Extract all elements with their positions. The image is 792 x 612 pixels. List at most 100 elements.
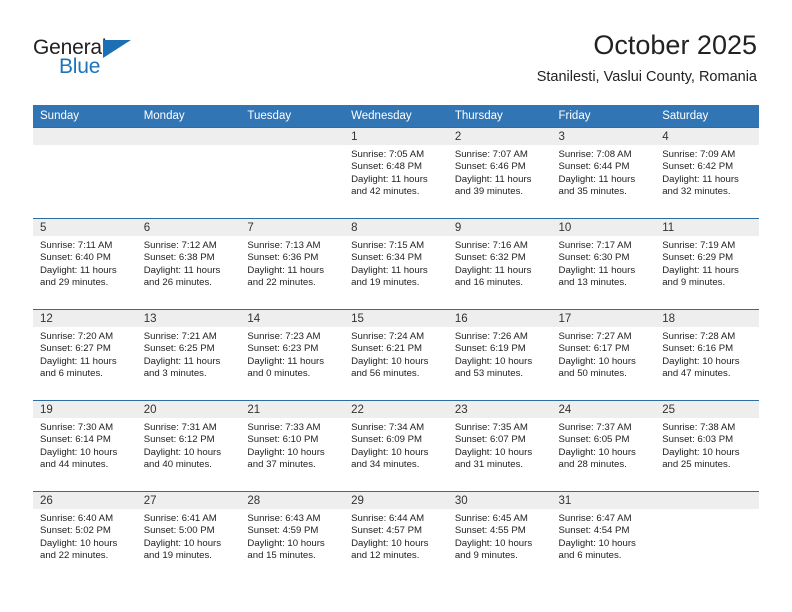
calendar-cell-day[interactable]: 30 Sunrise: 6:45 AM Sunset: 4:55 PM Dayligh… [447, 491, 552, 582]
calendar-cell-day[interactable]: 27 Sunrise: 6:41 AM Sunset: 5:00 PM Dayligh… [136, 491, 241, 582]
daylight-text-line1: Daylight: 11 hours [247, 355, 325, 367]
calendar-cell-day[interactable]: 14 Sunrise: 7:23 AM Sunset: 6:23 PM Dayligh… [240, 309, 345, 401]
day-number: 13 [136, 310, 241, 327]
calendar-cell-day[interactable]: 5 Sunrise: 7:11 AM Sunset: 6:40 PM Daylight… [33, 218, 137, 310]
sunrise-text: Sunrise: 7:24 AM [351, 331, 425, 342]
sunset-text: Sunset: 6:05 PM [558, 434, 630, 446]
sunset-text: Sunset: 4:55 PM [454, 525, 526, 537]
calendar-cell-day[interactable]: 22 Sunrise: 7:34 AM Sunset: 6:09 PM Dayligh… [344, 400, 448, 492]
day-number: 16 [447, 310, 552, 327]
daylight-text-line2: and 15 minutes. [247, 549, 316, 561]
calendar-cell-inner: 1 Sunrise: 7:05 AM Sunset: 6:48 PM Daylight… [344, 128, 448, 218]
calendar-cell-day[interactable]: 7 Sunrise: 7:13 AM Sunset: 6:36 PM Daylight… [240, 218, 345, 310]
day-details [33, 145, 137, 149]
daylight-text-line1: Daylight: 10 hours [40, 537, 118, 549]
day-details: Sunrise: 7:19 AM Sunset: 6:29 PM Daylight:… [655, 236, 759, 289]
calendar-grid: Sunday Monday Tuesday Wednesday Thursday… [33, 105, 759, 582]
calendar-cell-day[interactable]: 9 Sunrise: 7:16 AM Sunset: 6:32 PM Daylight… [447, 218, 552, 310]
calendar-cell-inner: 28 Sunrise: 6:43 AM Sunset: 4:59 PM Dayligh… [240, 492, 345, 582]
calendar-cell-day[interactable]: 6 Sunrise: 7:12 AM Sunset: 6:38 PM Daylight… [136, 218, 241, 310]
calendar-cell-day[interactable]: 18 Sunrise: 7:28 AM Sunset: 6:16 PM Dayligh… [655, 309, 759, 401]
day-number [33, 128, 137, 145]
day-number [240, 128, 345, 145]
calendar-cell-inner: 13 Sunrise: 7:21 AM Sunset: 6:25 PM Dayligh… [136, 310, 241, 400]
sunrise-text: Sunrise: 7:12 AM [143, 240, 217, 251]
sunrise-text: Sunrise: 7:38 AM [662, 422, 736, 433]
sunset-text: Sunset: 6:03 PM [662, 434, 734, 446]
sunset-text: Sunset: 5:00 PM [143, 525, 215, 537]
sunset-text: Sunset: 6:25 PM [143, 343, 215, 355]
calendar-cell-inner: 8 Sunrise: 7:15 AM Sunset: 6:34 PM Daylight… [344, 219, 448, 309]
daylight-text-line1: Daylight: 10 hours [143, 537, 222, 549]
daylight-text-line2: and 35 minutes. [558, 185, 627, 197]
calendar-cell-day[interactable]: 24 Sunrise: 7:37 AM Sunset: 6:05 PM Dayligh… [551, 400, 656, 492]
calendar-cell-day[interactable]: 3 Sunrise: 7:08 AM Sunset: 6:44 PM Daylight… [551, 127, 656, 219]
calendar-cell-inner: 23 Sunrise: 7:35 AM Sunset: 6:07 PM Dayligh… [447, 401, 552, 491]
calendar-cell-inner: 21 Sunrise: 7:33 AM Sunset: 6:10 PM Dayligh… [240, 401, 345, 491]
day-number: 31 [551, 492, 656, 509]
calendar-cell-day[interactable]: 15 Sunrise: 7:24 AM Sunset: 6:21 PM Dayligh… [344, 309, 448, 401]
calendar-cell-day[interactable]: 31 Sunrise: 6:47 AM Sunset: 4:54 PM Dayligh… [551, 491, 656, 582]
sunset-text: Sunset: 6:34 PM [351, 252, 423, 264]
day-number: 28 [240, 492, 345, 509]
sunset-text: Sunset: 6:23 PM [247, 343, 319, 355]
sunrise-text: Sunrise: 7:15 AM [351, 240, 425, 251]
calendar-cell-inner: 2 Sunrise: 7:07 AM Sunset: 6:46 PM Daylight… [447, 128, 552, 218]
calendar-cell-day[interactable]: 23 Sunrise: 7:35 AM Sunset: 6:07 PM Dayligh… [447, 400, 552, 492]
title-block: October 2025 Stanilesti, Vaslui County, … [537, 28, 757, 88]
daylight-text-line1: Daylight: 10 hours [247, 537, 325, 549]
day-number: 4 [655, 128, 759, 145]
calendar-cell-empty [655, 491, 759, 582]
calendar-cell-day[interactable]: 1 Sunrise: 7:05 AM Sunset: 6:48 PM Daylight… [344, 127, 448, 219]
daylight-text-line2: and 9 minutes. [454, 549, 518, 561]
calendar-page: General Blue October 2025 Stanilesti, Va… [0, 0, 792, 612]
calendar-cell-inner: 25 Sunrise: 7:38 AM Sunset: 6:03 PM Dayligh… [655, 401, 759, 491]
sunset-text: Sunset: 6:07 PM [454, 434, 526, 446]
calendar-cell-day[interactable]: 19 Sunrise: 7:30 AM Sunset: 6:14 PM Dayligh… [33, 400, 137, 492]
sunrise-text: Sunrise: 6:47 AM [558, 513, 632, 524]
calendar-cell-inner [655, 492, 759, 582]
daylight-text-line2: and 22 minutes. [247, 276, 316, 288]
day-number: 26 [33, 492, 137, 509]
day-number: 12 [33, 310, 137, 327]
calendar-cell-inner: 27 Sunrise: 6:41 AM Sunset: 5:00 PM Dayligh… [136, 492, 241, 582]
calendar-cell-empty [136, 127, 241, 219]
calendar-cell-day[interactable]: 8 Sunrise: 7:15 AM Sunset: 6:34 PM Daylight… [344, 218, 448, 310]
sunset-text: Sunset: 5:02 PM [40, 525, 111, 537]
calendar-cell-day[interactable]: 28 Sunrise: 6:43 AM Sunset: 4:59 PM Dayligh… [240, 491, 345, 582]
calendar-cell-inner: 12 Sunrise: 7:20 AM Sunset: 6:27 PM Dayligh… [33, 310, 137, 400]
daylight-text-line2: and 13 minutes. [558, 276, 627, 288]
calendar-cell-inner: 20 Sunrise: 7:31 AM Sunset: 6:12 PM Dayligh… [136, 401, 241, 491]
calendar-week-row: 5 Sunrise: 7:11 AM Sunset: 6:40 PM Daylight… [33, 218, 759, 310]
calendar-cell-inner: 6 Sunrise: 7:12 AM Sunset: 6:38 PM Daylight… [136, 219, 241, 309]
daylight-text-line1: Daylight: 10 hours [247, 446, 325, 458]
calendar-cell-day[interactable]: 16 Sunrise: 7:26 AM Sunset: 6:19 PM Dayligh… [447, 309, 552, 401]
calendar-cell-day[interactable]: 25 Sunrise: 7:38 AM Sunset: 6:03 PM Dayligh… [655, 400, 759, 492]
calendar-cell-inner: 19 Sunrise: 7:30 AM Sunset: 6:14 PM Dayligh… [33, 401, 137, 491]
calendar-cell-day[interactable]: 2 Sunrise: 7:07 AM Sunset: 6:46 PM Daylight… [447, 127, 552, 219]
calendar-cell-day[interactable]: 17 Sunrise: 7:27 AM Sunset: 6:17 PM Dayligh… [551, 309, 656, 401]
general-blue-logo: General Blue [33, 36, 163, 82]
day-details: Sunrise: 7:21 AM Sunset: 6:25 PM Daylight:… [137, 327, 241, 380]
calendar-cell-day[interactable]: 4 Sunrise: 7:09 AM Sunset: 6:42 PM Daylight… [655, 127, 759, 219]
day-details: Sunrise: 6:41 AM Sunset: 5:00 PM Daylight:… [137, 509, 241, 562]
calendar-cell-day[interactable]: 12 Sunrise: 7:20 AM Sunset: 6:27 PM Dayligh… [33, 309, 137, 401]
sunset-text: Sunset: 6:09 PM [351, 434, 423, 446]
calendar-cell-day[interactable]: 13 Sunrise: 7:21 AM Sunset: 6:25 PM Dayligh… [136, 309, 241, 401]
calendar-week-row: 1 Sunrise: 7:05 AM Sunset: 6:48 PM Daylight… [33, 127, 759, 219]
daylight-text-line1: Daylight: 10 hours [351, 355, 429, 367]
day-number: 15 [344, 310, 448, 327]
day-details [137, 145, 241, 149]
calendar-cell-day[interactable]: 21 Sunrise: 7:33 AM Sunset: 6:10 PM Dayligh… [240, 400, 345, 492]
sunrise-text: Sunrise: 7:35 AM [454, 422, 528, 433]
day-details: Sunrise: 7:20 AM Sunset: 6:27 PM Daylight:… [33, 327, 137, 380]
calendar-cell-day[interactable]: 20 Sunrise: 7:31 AM Sunset: 6:12 PM Dayligh… [136, 400, 241, 492]
day-details [240, 145, 344, 149]
calendar-cell-day[interactable]: 29 Sunrise: 6:44 AM Sunset: 4:57 PM Dayligh… [344, 491, 448, 582]
calendar-cell-day[interactable]: 26 Sunrise: 6:40 AM Sunset: 5:02 PM Dayligh… [33, 491, 137, 582]
daylight-text-line1: Daylight: 11 hours [558, 264, 636, 276]
daylight-text-line2: and 40 minutes. [143, 458, 212, 470]
calendar-cell-day[interactable]: 10 Sunrise: 7:17 AM Sunset: 6:30 PM Dayligh… [551, 218, 656, 310]
calendar-cell-day[interactable]: 11 Sunrise: 7:19 AM Sunset: 6:29 PM Dayligh… [655, 218, 759, 310]
weekday-header-wednesday: Wednesday [344, 105, 448, 128]
